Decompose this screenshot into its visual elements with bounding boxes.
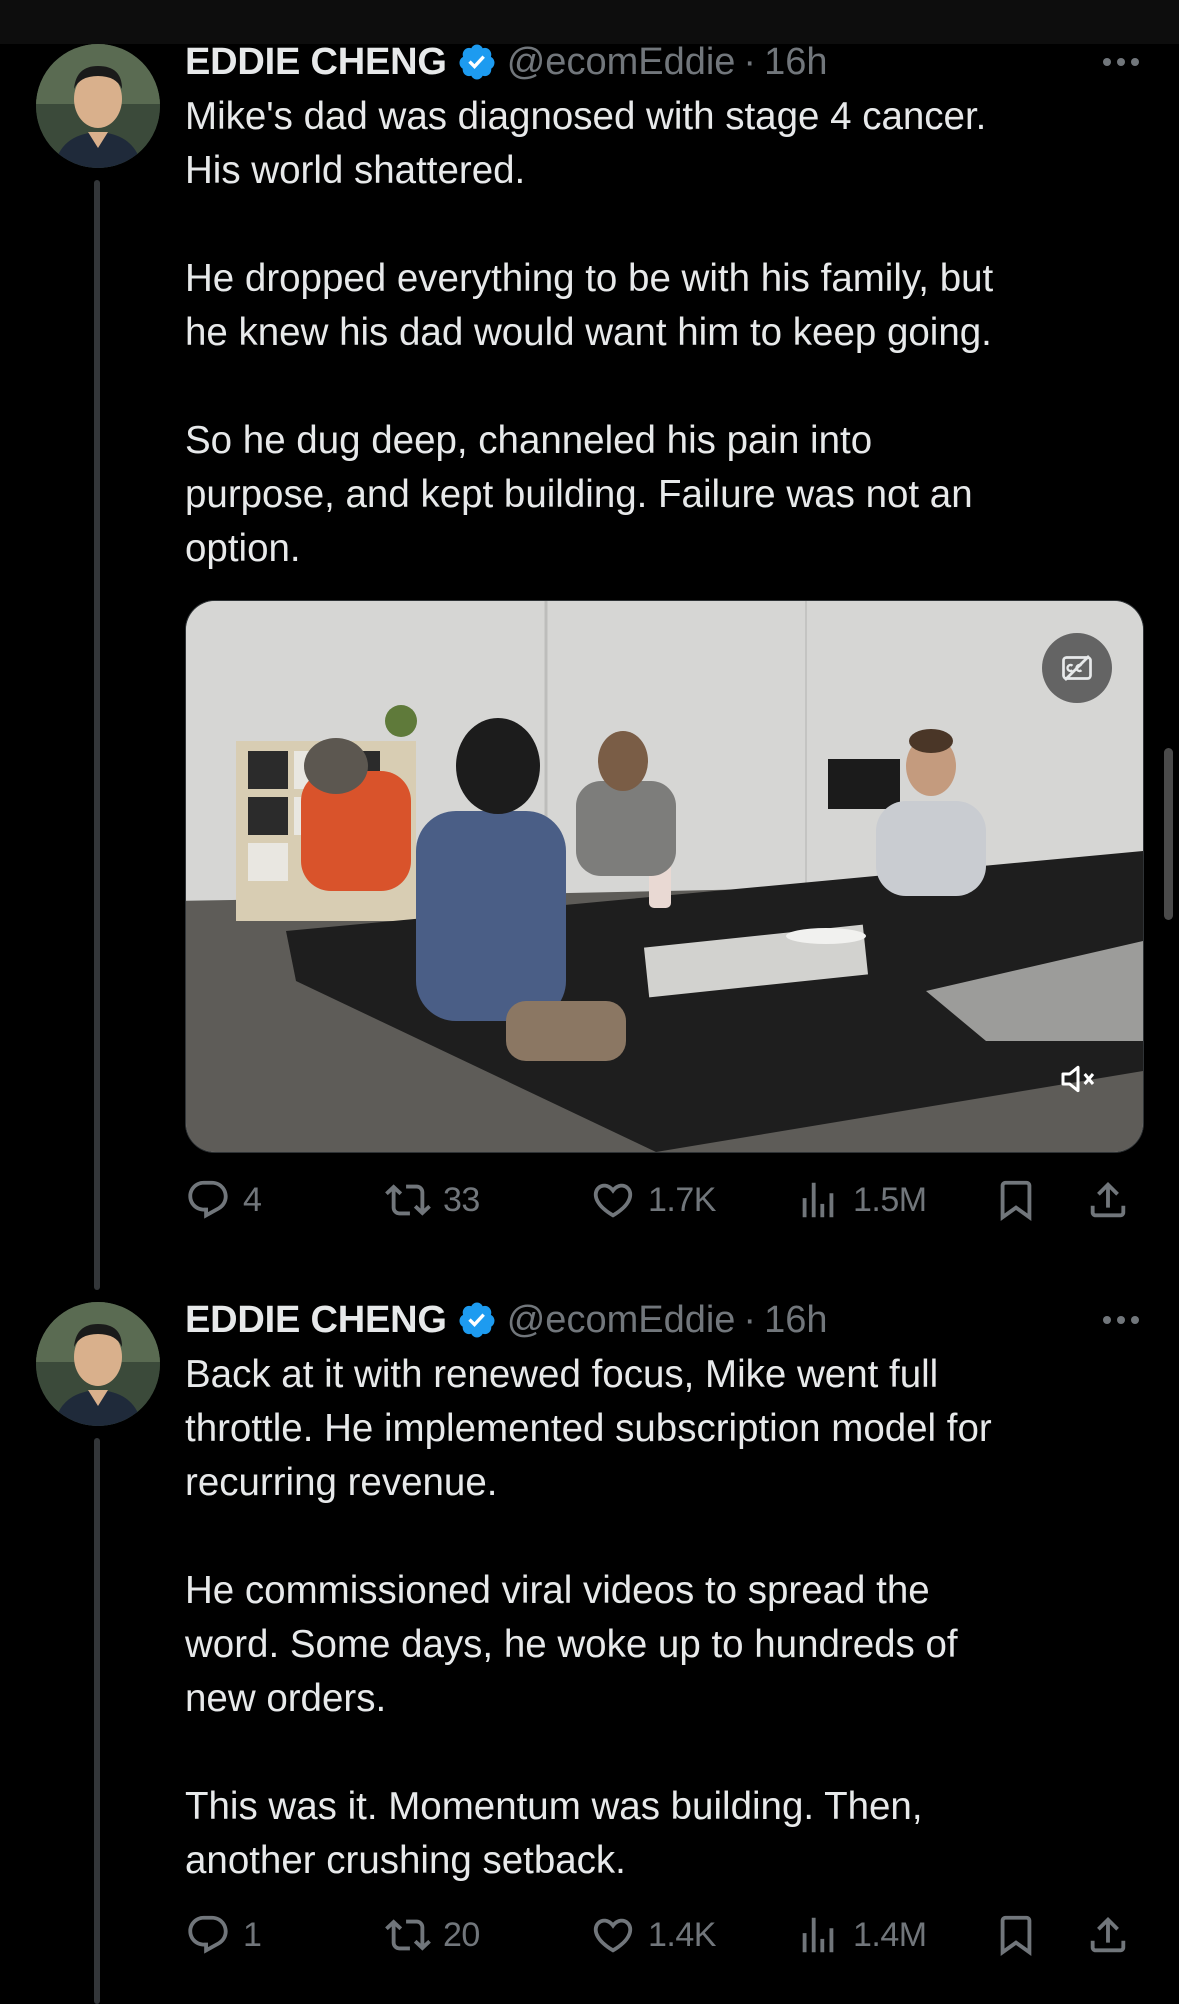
- share-button[interactable]: [1085, 1905, 1143, 1965]
- captions-icon[interactable]: [1042, 633, 1112, 703]
- views-icon: [802, 1917, 834, 1953]
- reply-icon: [188, 1915, 228, 1954]
- timestamp[interactable]: 16h: [764, 1299, 827, 1342]
- tweet-header: EDDIE CHENG @ecomEddie · 16h: [185, 37, 827, 87]
- bookmark-icon: [1000, 1180, 1032, 1221]
- share-icon: [1090, 1916, 1126, 1953]
- reply-count: 1: [243, 1915, 262, 1954]
- views-icon: [802, 1182, 834, 1218]
- scrollbar-thumb[interactable]: [1164, 748, 1173, 920]
- thread-connector-line: [94, 1438, 100, 2004]
- more-options-icon[interactable]: [1103, 1295, 1139, 1345]
- tweet-paragraph: This was it. Momentum was building. Then…: [185, 1785, 923, 1882]
- bookmark-button[interactable]: [993, 1905, 1051, 1965]
- author-name[interactable]: EDDIE CHENG: [185, 41, 447, 84]
- reply-icon: [188, 1180, 228, 1219]
- reply-count: 4: [243, 1180, 262, 1219]
- tweet-actions: 4 33 1.7K 1.5M: [185, 1170, 1145, 1230]
- avatar[interactable]: [36, 1302, 160, 1426]
- views-button[interactable]: 1.5M: [795, 1170, 927, 1230]
- heart-icon: [593, 1918, 633, 1953]
- repost-count: 20: [443, 1915, 480, 1954]
- tweet-header: EDDIE CHENG @ecomEddie · 16h: [185, 1295, 827, 1345]
- repost-count: 33: [443, 1180, 480, 1219]
- more-options-icon[interactable]: [1103, 37, 1139, 87]
- like-button[interactable]: 1.7K: [590, 1170, 716, 1230]
- repost-button[interactable]: 20: [385, 1905, 480, 1965]
- view-count: 1.4M: [853, 1915, 927, 1954]
- tweet-actions: 1 20 1.4K 1.4M: [185, 1905, 1145, 1965]
- share-button[interactable]: [1085, 1170, 1143, 1230]
- separator-dot: ·: [743, 40, 757, 83]
- verified-badge-icon: [459, 44, 495, 80]
- views-button[interactable]: 1.4M: [795, 1905, 927, 1965]
- share-icon: [1090, 1181, 1126, 1218]
- verified-badge-icon: [459, 1302, 495, 1338]
- avatar[interactable]: [36, 44, 160, 168]
- tweet-paragraph: Mike's dad was diagnosed with stage 4 ca…: [185, 95, 987, 192]
- tweet-text: Mike's dad was diagnosed with stage 4 ca…: [185, 90, 1145, 576]
- video-frame: [186, 601, 1143, 1152]
- repost-icon: [385, 1184, 431, 1216]
- separator-dot: ·: [743, 1298, 757, 1341]
- muted-speaker-icon[interactable]: [1052, 1053, 1104, 1105]
- repost-icon: [385, 1919, 431, 1951]
- like-button[interactable]: 1.4K: [590, 1905, 716, 1965]
- author-handle[interactable]: @ecomEddie: [507, 41, 736, 84]
- like-count: 1.4K: [648, 1915, 716, 1954]
- tweet-paragraph: He commissioned viral videos to spread t…: [185, 1569, 958, 1720]
- bookmark-button[interactable]: [993, 1170, 1051, 1230]
- heart-icon: [593, 1183, 633, 1218]
- tweet-paragraph: Back at it with renewed focus, Mike went…: [185, 1353, 992, 1504]
- timestamp[interactable]: 16h: [764, 41, 827, 84]
- like-count: 1.7K: [648, 1180, 716, 1219]
- tweet-paragraph: So he dug deep, channeled his pain into …: [185, 419, 973, 570]
- author-name[interactable]: EDDIE CHENG: [185, 1299, 447, 1342]
- author-handle[interactable]: @ecomEddie: [507, 1299, 736, 1342]
- view-count: 1.5M: [853, 1180, 927, 1219]
- repost-button[interactable]: 33: [385, 1170, 480, 1230]
- video-player[interactable]: [185, 600, 1144, 1153]
- reply-button[interactable]: 1: [185, 1905, 262, 1965]
- tweet-paragraph: He dropped everything to be with his fam…: [185, 257, 994, 354]
- thread-connector-line: [94, 180, 100, 1290]
- tweet-text: Back at it with renewed focus, Mike went…: [185, 1348, 1145, 1888]
- reply-button[interactable]: 4: [185, 1170, 262, 1230]
- bookmark-icon: [1000, 1915, 1032, 1956]
